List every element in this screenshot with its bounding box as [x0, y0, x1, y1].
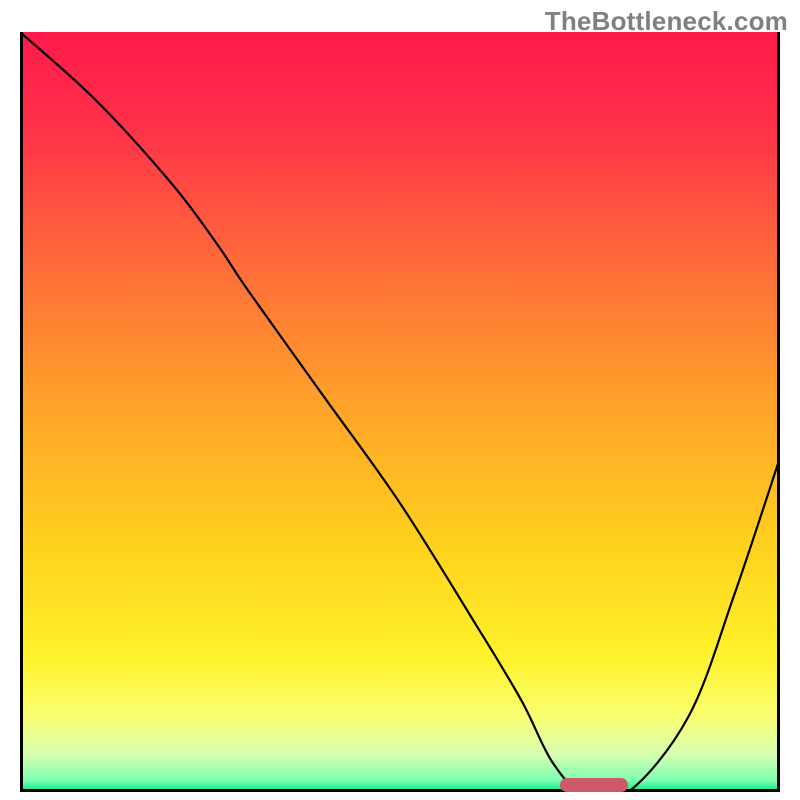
optimum-marker	[560, 778, 628, 792]
bottleneck-curve	[20, 32, 780, 792]
chart-area	[20, 32, 780, 792]
